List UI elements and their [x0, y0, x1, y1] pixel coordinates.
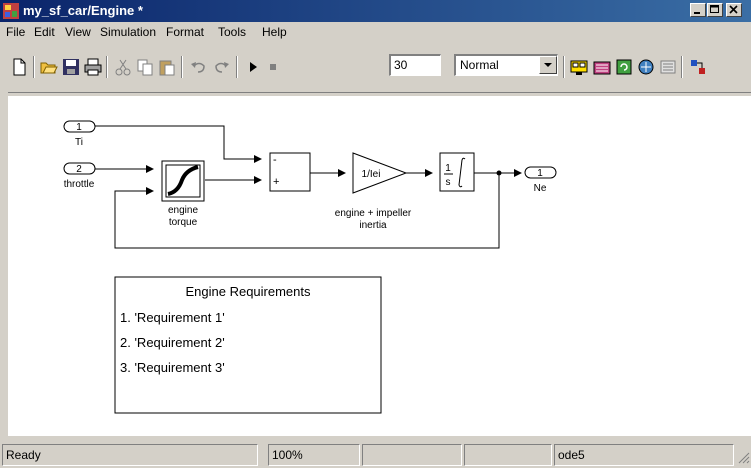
inport-throttle-label: throttle — [64, 179, 95, 190]
simulation-mode-value: Normal — [460, 58, 499, 72]
build-icon[interactable] — [570, 58, 588, 76]
outport-ne-number: 1 — [537, 168, 543, 179]
redo-icon[interactable] — [212, 58, 230, 76]
sum-plus-sign: + — [273, 176, 279, 188]
chevron-down-icon — [544, 63, 552, 67]
simulink-model-icon — [3, 3, 19, 19]
toolbar-separator — [681, 56, 683, 78]
stop-simulation-icon[interactable] — [264, 58, 282, 76]
window-title: my_sf_car/Engine * — [23, 3, 143, 18]
close-icon — [729, 5, 738, 14]
requirement-item-1: 1. 'Requirement 1' — [120, 310, 225, 325]
paste-icon[interactable] — [158, 58, 176, 76]
status-solver: ode5 — [554, 444, 734, 466]
integrator-numerator: 1 — [445, 163, 451, 174]
menu-simulation[interactable]: Simulation — [100, 25, 156, 39]
start-simulation-icon[interactable] — [244, 58, 262, 76]
copy-icon[interactable] — [136, 58, 154, 76]
status-bar: Ready 100% ode5 — [0, 442, 751, 468]
block-diagram: 1 Ti 2 throttle engine torque - + 1/Iei … — [63, 120, 557, 414]
stop-time-input[interactable]: 30 — [389, 54, 441, 76]
integrator-denominator: s — [446, 177, 451, 188]
status-zoom: 100% — [268, 444, 360, 466]
maximize-icon — [710, 5, 719, 13]
toolbar-separator — [33, 56, 35, 78]
open-folder-icon[interactable] — [40, 58, 58, 76]
toolbar — [0, 42, 751, 93]
sum-minus-sign: - — [273, 154, 277, 166]
engine-torque-label-line1: engine — [168, 205, 198, 216]
toolbar-separator — [236, 56, 238, 78]
debugger-icon[interactable] — [659, 58, 677, 76]
requirements-title: Engine Requirements — [185, 284, 311, 299]
library-browser-icon[interactable] — [593, 58, 611, 76]
status-pane-empty-1 — [362, 444, 462, 466]
status-state: Ready — [2, 444, 258, 466]
ti-signal-line[interactable] — [95, 125, 262, 163]
title-bar[interactable]: my_sf_car/Engine * — [0, 0, 751, 22]
outport-ne-label: Ne — [534, 183, 547, 194]
gain-value: 1/Iei — [362, 169, 381, 180]
maximize-button[interactable] — [707, 3, 723, 17]
window-frame-left — [0, 92, 8, 438]
inport-ti-label: Ti — [75, 137, 83, 148]
menu-tools[interactable]: Tools — [218, 25, 246, 39]
requirement-item-3: 3. 'Requirement 3' — [120, 360, 225, 375]
close-button[interactable] — [726, 3, 742, 17]
menu-bar: File Edit View Simulation Format Tools H… — [0, 22, 751, 42]
branch-point — [496, 170, 502, 176]
minimize-button[interactable] — [690, 3, 706, 17]
requirement-item-2: 2. 'Requirement 2' — [120, 335, 225, 350]
print-icon[interactable] — [84, 58, 102, 76]
model-canvas[interactable]: 1 Ti 2 throttle engine torque - + 1/Iei … — [8, 96, 751, 436]
model-explorer-icon[interactable] — [637, 58, 655, 76]
menu-view[interactable]: View — [65, 25, 91, 39]
new-model-icon[interactable] — [10, 58, 28, 76]
undo-icon[interactable] — [190, 58, 208, 76]
simulation-mode-select[interactable]: Normal — [454, 54, 558, 76]
status-pane-empty-2 — [464, 444, 552, 466]
minimize-icon — [694, 12, 700, 14]
menu-format[interactable]: Format — [166, 25, 204, 39]
simulation-mode-dropdown-button[interactable] — [539, 56, 557, 74]
menu-file[interactable]: File — [6, 25, 25, 39]
gain-label-line1: engine + impeller — [335, 208, 412, 219]
engine-torque-label-line2: torque — [169, 217, 198, 228]
menu-help[interactable]: Help — [262, 25, 287, 39]
toolbar-separator — [106, 56, 108, 78]
inport-throttle-number: 2 — [76, 164, 82, 175]
toolbar-separator — [563, 56, 565, 78]
cut-icon[interactable] — [114, 58, 132, 76]
toolbar-separator — [181, 56, 183, 78]
menu-edit[interactable]: Edit — [34, 25, 55, 39]
save-icon[interactable] — [62, 58, 80, 76]
stateflow-editor-icon[interactable] — [689, 58, 707, 76]
update-diagram-icon[interactable] — [615, 58, 633, 76]
gain-label-line2: inertia — [359, 220, 387, 231]
resize-grip-icon[interactable] — [736, 450, 750, 464]
inport-ti-number: 1 — [76, 122, 82, 133]
